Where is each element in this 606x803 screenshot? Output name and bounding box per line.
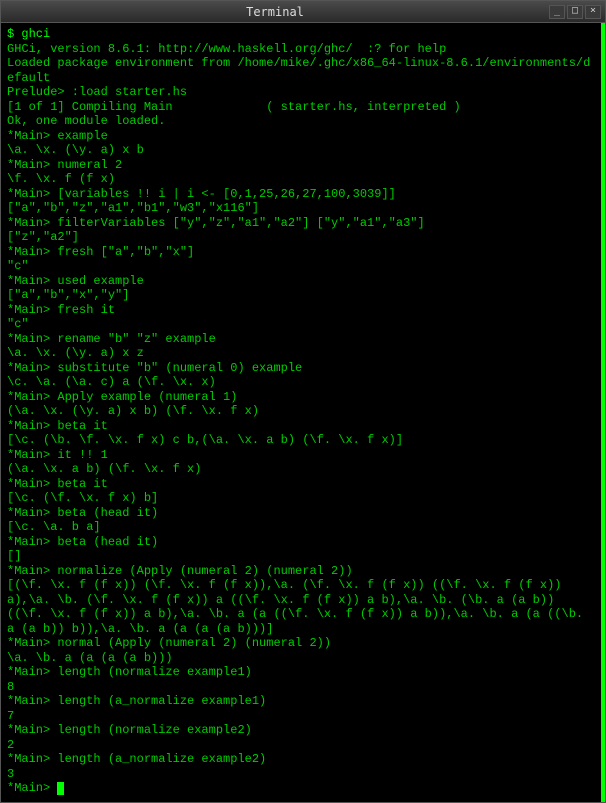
- terminal-line: ["a","b","x","y"]: [7, 288, 595, 303]
- terminal-line: *Main> length (a_normalize example2): [7, 752, 595, 767]
- terminal-line: [1 of 1] Compiling Main ( starter.hs, in…: [7, 100, 595, 115]
- terminal-line: *Main> Apply example (numeral 1): [7, 390, 595, 405]
- terminal-line: *Main> substitute "b" (numeral 0) exampl…: [7, 361, 595, 376]
- terminal-line: []: [7, 549, 595, 564]
- maximize-button[interactable]: □: [567, 5, 583, 19]
- terminal-line: (\a. \x. (\y. a) x b) (\f. \x. f x): [7, 404, 595, 419]
- terminal-line: 7: [7, 709, 595, 724]
- terminal-line: *Main> beta it: [7, 477, 595, 492]
- terminal-line: \a. \x. (\y. a) x z: [7, 346, 595, 361]
- terminal-line: "c": [7, 259, 595, 274]
- minimize-button[interactable]: _: [549, 5, 565, 19]
- close-button[interactable]: ×: [585, 5, 601, 19]
- terminal-output[interactable]: $ ghciGHCi, version 8.6.1: http://www.ha…: [1, 23, 605, 802]
- terminal-line: *Main> numeral 2: [7, 158, 595, 173]
- terminal-line: *Main> beta it: [7, 419, 595, 434]
- terminal-window: Terminal _ □ × $ ghciGHCi, version 8.6.1…: [0, 0, 606, 803]
- terminal-line: *Main> length (normalize example1): [7, 665, 595, 680]
- terminal-line: *Main> example: [7, 129, 595, 144]
- terminal-line: \c. \a. (\a. c) a (\f. \x. x): [7, 375, 595, 390]
- terminal-line: *Main> length (a_normalize example1): [7, 694, 595, 709]
- terminal-line: *Main> length (normalize example2): [7, 723, 595, 738]
- terminal-line: "c": [7, 317, 595, 332]
- terminal-line: *Main> fresh ["a","b","x"]: [7, 245, 595, 260]
- terminal-line: GHCi, version 8.6.1: http://www.haskell.…: [7, 42, 595, 57]
- terminal-line: [\c. (\b. \f. \x. f x) c b,(\a. \x. a b)…: [7, 433, 595, 448]
- terminal-line: [\c. (\f. \x. f x) b]: [7, 491, 595, 506]
- terminal-line: $ ghci: [7, 27, 595, 42]
- terminal-line: *Main> [variables !! i | i <- [0,1,25,26…: [7, 187, 595, 202]
- terminal-line: Ok, one module loaded.: [7, 114, 595, 129]
- terminal-line: 8: [7, 680, 595, 695]
- terminal-line: ["a","b","z","a1","b1","w3","x116"]: [7, 201, 595, 216]
- terminal-line: *Main> beta (head it): [7, 506, 595, 521]
- terminal-line: *Main> filterVariables ["y","z","a1","a2…: [7, 216, 595, 231]
- terminal-line: *Main> it !! 1: [7, 448, 595, 463]
- terminal-line: *Main> normal (Apply (numeral 2) (numera…: [7, 636, 595, 651]
- terminal-line: *Main> beta (head it): [7, 535, 595, 550]
- titlebar[interactable]: Terminal _ □ ×: [1, 1, 605, 23]
- window-title: Terminal: [1, 5, 549, 19]
- cursor: [57, 782, 64, 795]
- terminal-line: Loaded package environment from /home/mi…: [7, 56, 595, 85]
- terminal-line: [\c. \a. b a]: [7, 520, 595, 535]
- terminal-line: 3: [7, 767, 595, 782]
- terminal-line: 2: [7, 738, 595, 753]
- terminal-line: ["z","a2"]: [7, 230, 595, 245]
- terminal-line: *Main> fresh it: [7, 303, 595, 318]
- terminal-line: *Main> rename "b" "z" example: [7, 332, 595, 347]
- terminal-line: \f. \x. f (f x): [7, 172, 595, 187]
- terminal-line: \a. \b. a (a (a (a b))): [7, 651, 595, 666]
- terminal-line: (\a. \x. a b) (\f. \x. f x): [7, 462, 595, 477]
- terminal-line: *Main>: [7, 781, 595, 796]
- window-controls: _ □ ×: [549, 5, 605, 19]
- terminal-line: \a. \x. (\y. a) x b: [7, 143, 595, 158]
- terminal-line: *Main> used example: [7, 274, 595, 289]
- terminal-line: [(\f. \x. f (f x)) (\f. \x. f (f x)),\a.…: [7, 578, 595, 636]
- terminal-line: Prelude> :load starter.hs: [7, 85, 595, 100]
- terminal-line: *Main> normalize (Apply (numeral 2) (num…: [7, 564, 595, 579]
